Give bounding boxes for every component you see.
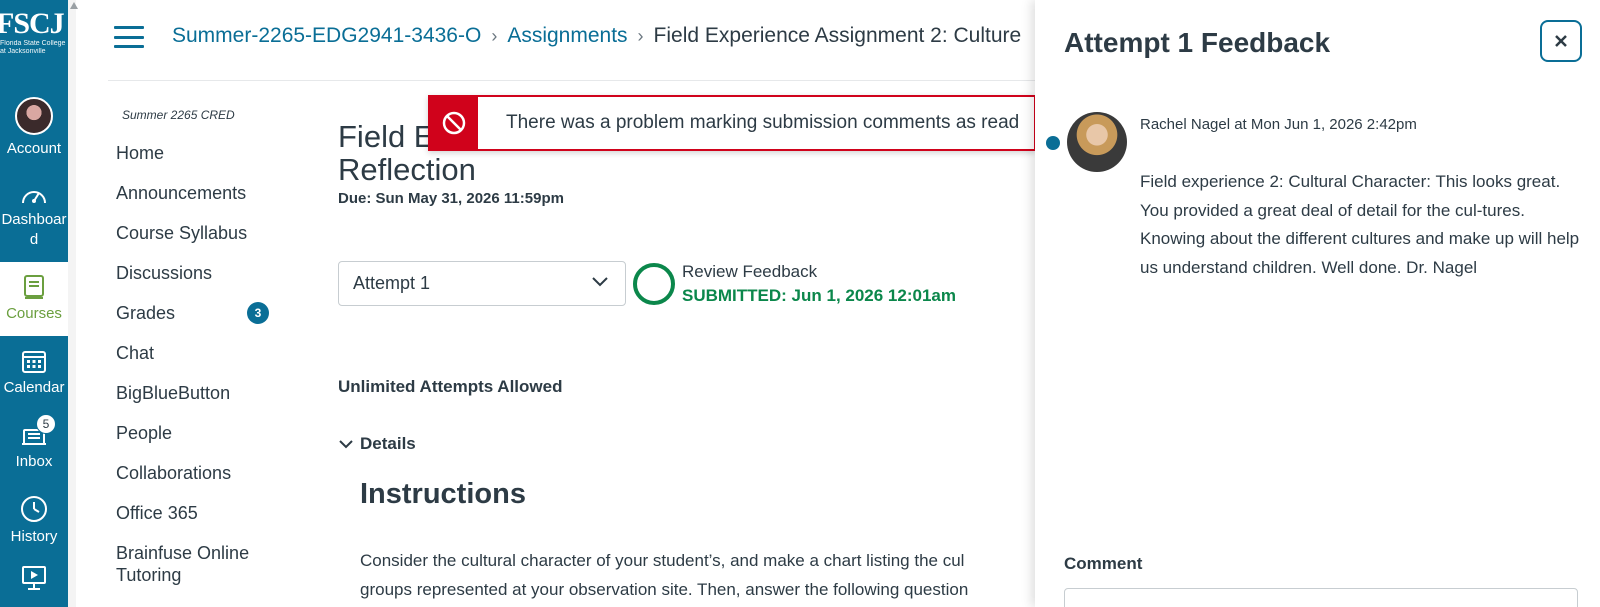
- college-logo[interactable]: FSCJ Florida State College at Jacksonvil…: [0, 0, 68, 84]
- course-nav-bigbluebutton[interactable]: BigBlueButton: [116, 380, 276, 420]
- breadcrumb-assignments-link[interactable]: Assignments: [507, 24, 627, 48]
- nav-dashboard-label-2: d: [29, 231, 39, 248]
- course-nav-collaborations[interactable]: Collaborations: [116, 460, 276, 500]
- no-entry-icon: [430, 97, 478, 149]
- submission-status: SUBMITTED: Jun 1, 2026 12:01am: [682, 286, 956, 305]
- course-nav-grades-label: Grades: [116, 303, 176, 323]
- attempt-select[interactable]: Attempt 1: [338, 261, 626, 306]
- history-icon: [21, 496, 47, 522]
- course-nav-brainfuse[interactable]: Brainfuse Online Tutoring: [116, 540, 266, 592]
- attempt-select-value: Attempt 1: [353, 273, 431, 293]
- comment-author-meta: Rachel Nagel at Mon Jun 1, 2026 2:42pm: [1140, 116, 1417, 133]
- header-divider: [108, 80, 1048, 81]
- course-nav-discussions[interactable]: Discussions: [116, 260, 276, 300]
- global-nav: FSCJ Florida State College at Jacksonvil…: [0, 0, 68, 607]
- instructions-line: Consider the cultural character of your …: [360, 551, 965, 570]
- grades-count-badge: 3: [247, 302, 269, 324]
- instructions-heading: Instructions: [360, 478, 526, 510]
- course-nav-syllabus[interactable]: Course Syllabus: [116, 220, 276, 260]
- comment-field-label: Comment: [1064, 554, 1143, 573]
- dashboard-icon: [22, 191, 46, 204]
- course-term: Summer 2265 CRED: [122, 108, 235, 122]
- breadcrumb-current: Field Experience Assignment 2: Culture: [653, 24, 1022, 47]
- assignment-title-line2: Reflection: [338, 152, 476, 187]
- courses-icon: [24, 275, 44, 299]
- course-nav-grades[interactable]: Grades 3: [116, 300, 276, 340]
- inbox-unread-badge: 5: [36, 414, 56, 434]
- chevron-down-icon: [592, 277, 608, 287]
- review-feedback-icon[interactable]: [633, 263, 675, 305]
- feedback-tray-title: Attempt 1 Feedback: [1064, 27, 1331, 58]
- breadcrumb-separator-icon: ›: [637, 25, 644, 46]
- hamburger-line: [114, 26, 144, 29]
- instructions-line: groups represented at your observation s…: [360, 580, 969, 599]
- details-label: Details: [360, 434, 416, 453]
- error-alert: There was a problem marking submission c…: [428, 95, 1036, 151]
- nav-calendar-label: Calendar: [3, 379, 65, 396]
- error-alert-message: There was a problem marking submission c…: [506, 112, 1020, 133]
- course-nav-home[interactable]: Home: [116, 140, 276, 180]
- nav-inbox-label: Inbox: [15, 453, 53, 470]
- course-nav-people[interactable]: People: [116, 420, 276, 460]
- close-tray-button[interactable]: [1540, 20, 1582, 62]
- course-menu-toggle[interactable]: [114, 26, 144, 48]
- close-icon: [1555, 35, 1567, 47]
- commenter-avatar: [1067, 112, 1127, 172]
- breadcrumb-separator-icon: ›: [491, 25, 498, 46]
- hamburger-line: [114, 35, 144, 39]
- user-avatar: [15, 97, 53, 135]
- logo-subtitle-line1: Florida State College: [0, 40, 66, 47]
- course-nav-announcements[interactable]: Announcements: [116, 180, 276, 220]
- nav-studio[interactable]: [0, 558, 68, 607]
- hamburger-line: [114, 45, 144, 48]
- nav-history-label: History: [10, 528, 58, 545]
- course-nav-chat[interactable]: Chat: [116, 340, 276, 380]
- unread-indicator: [1046, 136, 1060, 150]
- nav-courses-label: Courses: [6, 305, 62, 322]
- feedback-tray: Attempt 1 Feedback Rachel Nagel at Mon J…: [1035, 0, 1600, 607]
- logo-subtitle-line2: at Jacksonville: [0, 48, 46, 55]
- course-nav: Summer 2265 CRED Home Announcements Cour…: [116, 108, 276, 592]
- comment-input[interactable]: [1064, 588, 1578, 607]
- nav-calendar[interactable]: Calendar: [0, 336, 68, 410]
- studio-icon: [22, 566, 46, 590]
- breadcrumb: Summer-2265-EDG2941-3436-O › Assignments…: [172, 24, 1032, 48]
- nav-scroll-up-arrow[interactable]: [70, 2, 78, 9]
- chevron-down-icon: [339, 440, 353, 449]
- course-nav-office365[interactable]: Office 365: [116, 500, 276, 540]
- instructions-body: Consider the cultural character of your …: [360, 546, 1040, 604]
- nav-dashboard[interactable]: Dashboar d: [0, 172, 68, 262]
- nav-inbox[interactable]: 5 Inbox: [0, 410, 68, 484]
- nav-dashboard-label-1: Dashboar: [1, 211, 67, 228]
- nav-account-label: Account: [6, 140, 62, 157]
- comment-body: Field experience 2: Cultural Character: …: [1140, 172, 1580, 277]
- review-feedback-link[interactable]: Review Feedback: [682, 262, 817, 282]
- details-toggle[interactable]: Details: [338, 434, 416, 454]
- nav-scrollbar[interactable]: [68, 0, 76, 607]
- attempts-allowed: Unlimited Attempts Allowed: [338, 377, 563, 396]
- logo-text: FSCJ: [0, 7, 65, 40]
- nav-history[interactable]: History: [0, 484, 68, 558]
- nav-courses[interactable]: Courses: [0, 262, 68, 336]
- nav-account[interactable]: Account: [0, 84, 68, 172]
- due-date: Due: Sun May 31, 2026 11:59pm: [338, 190, 564, 207]
- calendar-icon: [22, 351, 46, 373]
- breadcrumb-course-link[interactable]: Summer-2265-EDG2941-3436-O: [172, 24, 481, 48]
